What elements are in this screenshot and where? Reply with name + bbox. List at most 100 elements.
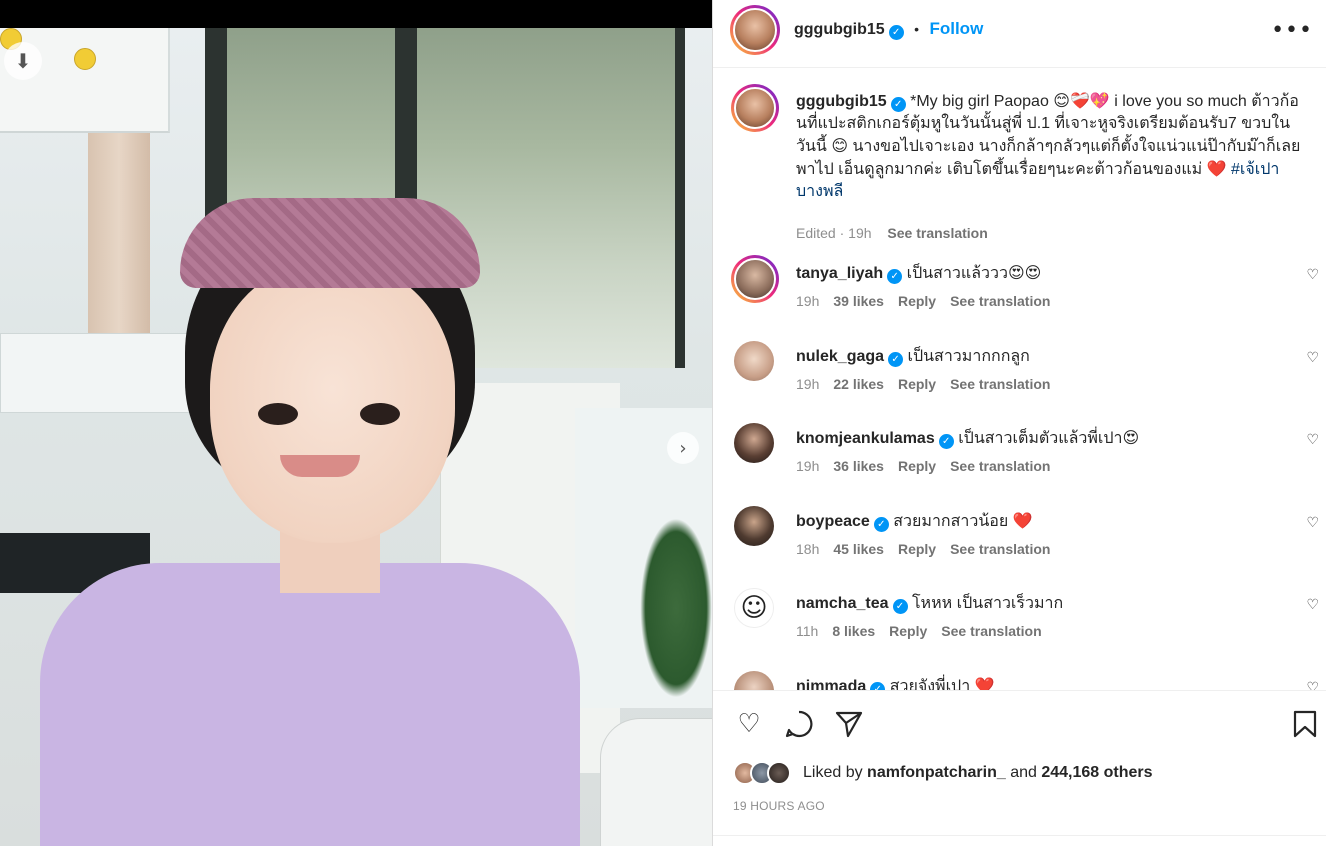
comment-meta: 18h 45 likes Reply See translation xyxy=(796,541,1064,557)
comment-body: nimmada ✓ สวยจังพี่เปา ❤️ xyxy=(796,674,995,690)
comment-meta: 19h 39 likes Reply See translation xyxy=(796,293,1064,309)
caption-username[interactable]: gggubgib15 xyxy=(796,93,887,110)
comment-likes[interactable]: 39 likes xyxy=(833,293,884,309)
comment-emoji: 😍 xyxy=(1122,428,1140,447)
post-header: gggubgib15 ✓ • Follow ••• xyxy=(713,0,1326,68)
caption-text-part1: *My big girl Paopao xyxy=(910,93,1054,110)
verified-badge-icon: ✓ xyxy=(888,352,904,367)
comment-reply-button[interactable]: Reply xyxy=(898,458,936,474)
post-timestamp[interactable]: 19 HOURS AGO xyxy=(733,799,825,813)
comment-body: boypeace ✓ สวยมากสาวน้อย ❤️ xyxy=(796,509,1033,534)
comment-like-heart-icon[interactable]: ♡ xyxy=(1306,432,1319,448)
comment-username[interactable]: knomjeankulamas xyxy=(796,430,935,447)
comment-meta: 19h 36 likes Reply See translation xyxy=(796,458,1064,474)
caption-emoji-heart: ❤️ xyxy=(1206,159,1227,178)
photo-chair xyxy=(600,718,712,846)
comment-likes[interactable]: 8 likes xyxy=(832,623,875,639)
comment-see-translation[interactable]: See translation xyxy=(950,458,1050,474)
comment-username[interactable]: tanya_liyah xyxy=(796,265,883,282)
comment-body: nulek_gaga ✓ เป็นสาวมากกกลูก xyxy=(796,344,1030,369)
caption-emojis: 😊❤️‍🩹💖 xyxy=(1053,91,1110,110)
comment-time: 19h xyxy=(796,293,820,309)
chevron-right-icon[interactable]: › xyxy=(667,432,699,464)
caption-emoji-smile: 😊 xyxy=(831,136,848,155)
photo-girl xyxy=(40,178,580,846)
comment-like-heart-icon[interactable]: ♡ xyxy=(1306,267,1319,283)
comment-reply-button[interactable]: Reply xyxy=(889,623,927,639)
comment-item: nulek_gaga ✓ เป็นสาวมากกกลูก 19h 22 likes R… xyxy=(731,338,1326,420)
verified-badge-icon: ✓ xyxy=(888,25,904,40)
verified-badge-icon: ✓ xyxy=(873,517,889,532)
download-icon[interactable]: ⬇ xyxy=(4,42,42,80)
comment-avatar[interactable] xyxy=(734,341,774,381)
verified-badge-icon: ✓ xyxy=(892,599,908,614)
comment-likes[interactable]: 36 likes xyxy=(833,458,884,474)
verified-badge-icon: ✓ xyxy=(870,682,886,690)
comment-item: knomjeankulamas ✓ เป็นสาวเต็มตัวแล้วพี่เป… xyxy=(731,420,1326,502)
comment-reply-button[interactable]: Reply xyxy=(898,541,936,557)
post-photo-area: ⬇ › xyxy=(0,0,712,846)
comment-likes[interactable]: 45 likes xyxy=(833,541,884,557)
divider xyxy=(713,835,1326,836)
verified-badge-icon: ✓ xyxy=(887,269,903,284)
comment-reply-button[interactable]: Reply xyxy=(898,376,936,392)
comment-avatar[interactable] xyxy=(734,506,774,546)
post-actions: ♡ Liked by namfonpatcharin_ and 244,168 … xyxy=(713,690,1326,846)
comment-see-translation[interactable]: See translation xyxy=(950,376,1050,392)
comment-item: boypeace ✓ สวยมากสาวน้อย ❤️ 18h 45 likes Re… xyxy=(731,503,1326,585)
comment-avatar[interactable] xyxy=(734,671,774,690)
more-horizontal-icon[interactable]: ••• xyxy=(1271,18,1313,43)
comment-time: 18h xyxy=(796,541,820,557)
author-username[interactable]: gggubgib15 xyxy=(794,21,885,38)
caption-avatar[interactable] xyxy=(731,84,779,132)
liker-avatar xyxy=(767,761,791,785)
post-image xyxy=(0,28,712,846)
comment-time: 11h xyxy=(796,623,819,639)
comment-icon[interactable] xyxy=(783,708,815,740)
caption-text: gggubgib15 ✓ *My big girl Paopao 😊❤️‍🩹💖 i… xyxy=(796,90,1306,203)
comment-avatar[interactable] xyxy=(731,255,779,303)
comment-text: เป็นสาวมากกกลูก xyxy=(907,348,1030,365)
comment-emoji: ❤️ xyxy=(974,676,995,690)
header-author-line: gggubgib15 ✓ • Follow xyxy=(794,19,983,40)
caption-meta: Edited · 19h See translation xyxy=(796,225,988,241)
send-icon[interactable] xyxy=(833,708,865,740)
comment-avatar-smiley[interactable]: ☺ xyxy=(734,588,774,628)
comment-meta: 19h 22 likes Reply See translation xyxy=(796,376,1064,392)
verified-badge-icon: ✓ xyxy=(938,434,954,449)
comment-likes[interactable]: 22 likes xyxy=(833,376,884,392)
comment-avatar[interactable] xyxy=(734,423,774,463)
separator-dot: • xyxy=(914,21,920,37)
liked-by-user[interactable]: namfonpatcharin_ xyxy=(867,764,1006,781)
comment-like-heart-icon[interactable]: ♡ xyxy=(1306,680,1319,690)
caption-time: 19h xyxy=(848,225,872,241)
comment-body: namcha_tea ✓ โหหห เป็นสาวเร็วมาก xyxy=(796,591,1063,616)
bookmark-icon[interactable] xyxy=(1289,708,1321,740)
comment-like-heart-icon[interactable]: ♡ xyxy=(1306,515,1319,531)
comment-emoji: ❤️ xyxy=(1012,511,1033,530)
comments-list[interactable]: gggubgib15 ✓ *My big girl Paopao 😊❤️‍🩹💖 i… xyxy=(713,68,1326,690)
caption-see-translation[interactable]: See translation xyxy=(887,225,987,241)
heart-icon[interactable]: ♡ xyxy=(733,708,765,740)
comment-see-translation[interactable]: See translation xyxy=(950,293,1050,309)
comment-like-heart-icon[interactable]: ♡ xyxy=(1306,350,1319,366)
follow-button[interactable]: Follow xyxy=(929,19,983,38)
comment-text: เป็นสาวเต็มตัวแล้วพี่เปา xyxy=(958,430,1123,447)
comment-text: โหหห เป็นสาวเร็วมาก xyxy=(911,595,1064,612)
comment-username[interactable]: nulek_gaga xyxy=(796,348,884,365)
photo-smiley-sticker xyxy=(74,48,96,70)
comment-see-translation[interactable]: See translation xyxy=(941,623,1041,639)
likes-summary[interactable]: Liked by namfonpatcharin_ and 244,168 ot… xyxy=(803,764,1153,782)
liked-by-others[interactable]: 244,168 others xyxy=(1041,764,1152,781)
comment-username[interactable]: nimmada xyxy=(796,678,866,690)
comment-meta: 11h 8 likes Reply See translation xyxy=(796,623,1056,639)
post-panel: gggubgib15 ✓ • Follow ••• gggubgib15 ✓ *My… xyxy=(712,0,1326,846)
comment-username[interactable]: namcha_tea xyxy=(796,595,889,612)
comment-reply-button[interactable]: Reply xyxy=(898,293,936,309)
comment-time: 19h xyxy=(796,458,820,474)
comment-like-heart-icon[interactable]: ♡ xyxy=(1306,597,1319,613)
comment-body: tanya_liyah ✓ เป็นสาวแล้ววว😍😍 xyxy=(796,261,1041,286)
author-avatar[interactable] xyxy=(730,5,780,55)
comment-see-translation[interactable]: See translation xyxy=(950,541,1050,557)
comment-username[interactable]: boypeace xyxy=(796,513,870,530)
